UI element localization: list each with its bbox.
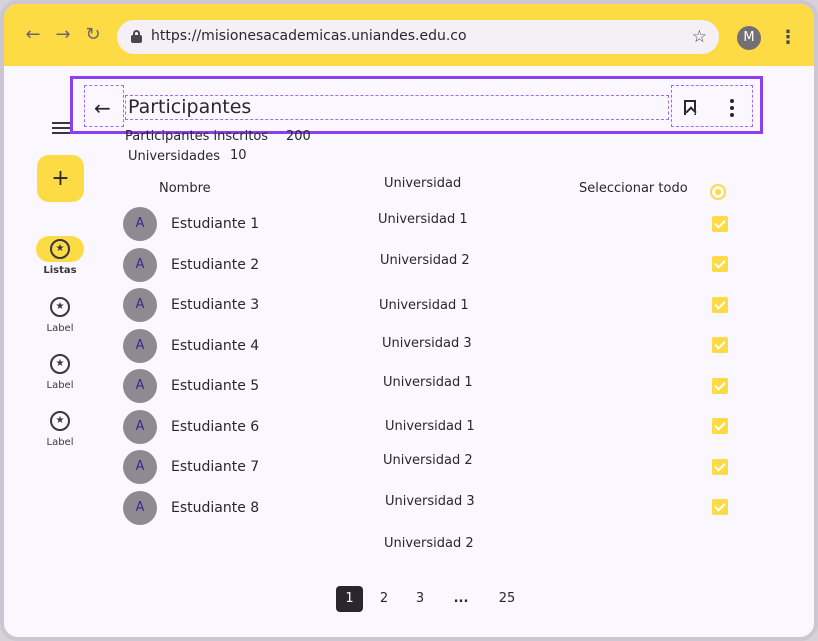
column-header-nombre: Nombre [159,181,211,196]
student-university: Universidad 1 [383,375,473,390]
arrow-left-icon: ← [94,96,111,120]
student-university: Universidad 2 [383,453,473,468]
avatar: A [123,491,157,525]
page-button-2[interactable]: 2 [374,586,394,612]
avatar: A [123,450,157,484]
student-university: Universidad 2 [380,253,470,268]
universidades-label: Universidades [128,149,221,164]
row-checkbox[interactable] [712,378,728,394]
student-university: Universidad 1 [379,298,469,313]
avatar: A [123,288,157,322]
star-circle-icon: ★ [50,239,70,259]
select-all-radio[interactable] [710,184,726,200]
rail-item-label: Label [46,437,74,448]
student-university: Universidad 1 [385,419,475,434]
page-ellipsis: ... [453,591,469,606]
row-checkbox[interactable] [712,216,728,232]
rail-item-label-2[interactable]: ★ Label [32,351,88,391]
browser-toolbar: ← → ↻ https://misionesacademicas.uniande… [4,4,814,66]
star-icon[interactable]: ☆ [692,27,707,47]
student-name: Estudiante 3 [171,297,260,313]
bookmark-icon[interactable] [684,100,696,115]
address-bar[interactable]: https://misionesacademicas.uniandes.edu.… [117,20,719,54]
student-name: Estudiante 4 [171,338,260,354]
student-name: Estudiante 8 [171,500,260,516]
inscritos-value: 200 [286,129,311,144]
more-vertical-icon[interactable] [729,99,735,117]
student-university: Universidad 2 [384,536,474,551]
avatar: A [123,248,157,282]
lock-icon [131,30,142,43]
avatar: A [123,369,157,403]
rail-item-label-3[interactable]: ★ Label [32,408,88,448]
star-circle-icon: ★ [50,297,70,317]
rail-item-listas[interactable]: ★ Listas [32,236,88,276]
student-name: Estudiante 2 [171,257,260,273]
student-university: Universidad 3 [382,336,472,351]
row-checkbox[interactable] [712,418,728,434]
avatar: A [123,207,157,241]
student-name: Estudiante 5 [171,378,260,394]
page-button-3[interactable]: 3 [410,586,430,612]
column-header-universidad: Universidad [384,176,462,191]
inscritos-label: Participantes inscritos [125,129,269,144]
add-button[interactable]: + [37,155,84,202]
row-checkbox[interactable] [712,337,728,353]
browser-window: ← → ↻ https://misionesacademicas.uniande… [0,0,818,641]
star-circle-icon: ★ [50,354,70,374]
reload-icon[interactable]: ↻ [83,25,103,45]
student-university: Universidad 3 [385,494,475,509]
arrow-left-icon[interactable]: ← [23,25,43,45]
rail-item-label-1[interactable]: ★ Label [32,294,88,334]
student-name: Estudiante 1 [171,216,260,232]
page-button-25[interactable]: 25 [494,586,520,612]
avatar: A [123,410,157,444]
back-button[interactable]: ← [94,98,111,118]
row-checkbox[interactable] [712,256,728,272]
row-checkbox[interactable] [712,297,728,313]
select-all-label: Seleccionar todo [579,181,688,196]
student-university: Universidad 1 [378,212,468,227]
arrow-right-icon[interactable]: → [53,25,73,45]
page-title: Participantes [128,96,252,118]
url-text: https://misionesacademicas.uniandes.edu.… [151,28,467,44]
row-checkbox[interactable] [712,499,728,515]
page-button-1[interactable]: 1 [336,586,363,612]
rail-item-label: Label [46,380,74,391]
student-name: Estudiante 6 [171,419,260,435]
rail-item-label: Listas [43,265,77,276]
universidades-value: 10 [230,148,247,163]
star-circle-icon: ★ [50,411,70,431]
rail-item-label: Label [46,323,74,334]
more-vertical-icon[interactable]: ⋮ [779,26,797,50]
row-checkbox[interactable] [712,459,728,475]
student-name: Estudiante 7 [171,459,260,475]
menu-icon[interactable] [52,122,70,136]
plus-icon: + [51,166,70,191]
profile-avatar[interactable]: M [737,26,761,50]
avatar: A [123,329,157,363]
